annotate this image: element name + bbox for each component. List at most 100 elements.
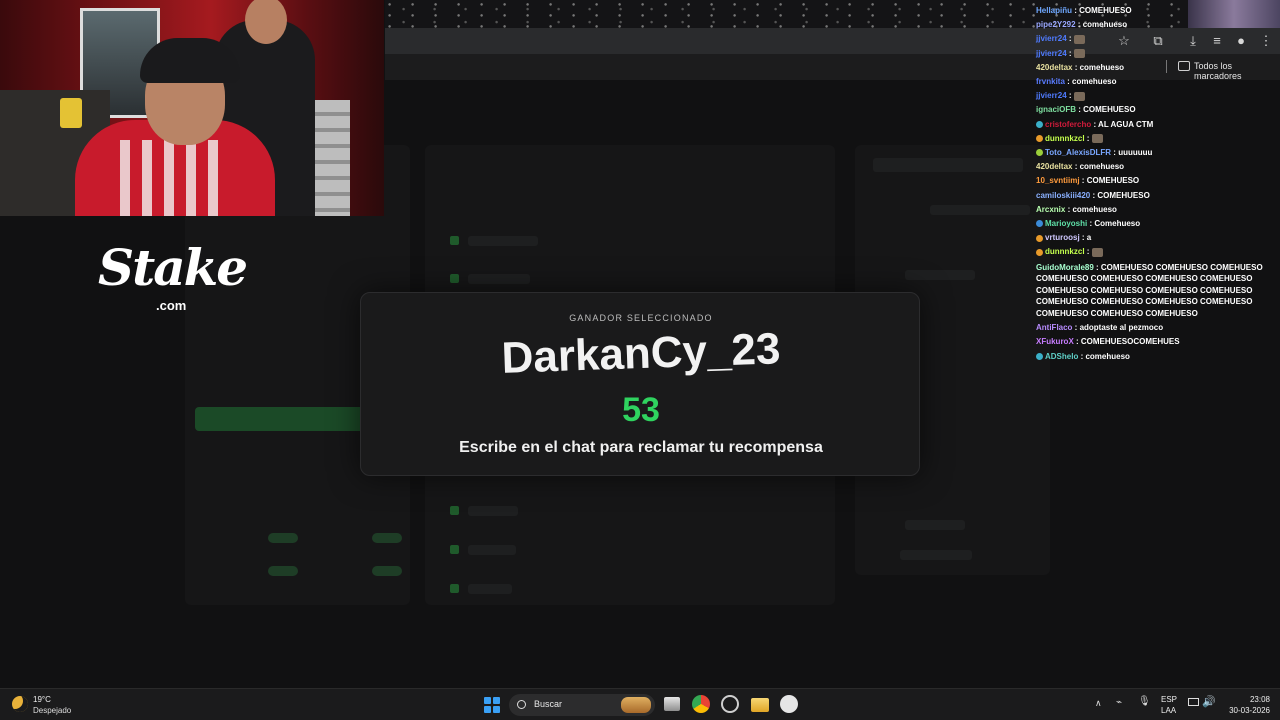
chat-username[interactable]: dunnnkzcl [1045,247,1085,256]
chat-username[interactable]: Arcxnix [1036,205,1065,214]
bg-check [450,506,459,515]
chat-username[interactable]: cristofercho [1045,120,1091,129]
search-highlight-image [621,697,651,713]
chat-separator: : [1084,247,1092,257]
clock-time[interactable]: 23:08 [1226,695,1270,704]
chat-separator: : [1072,162,1080,172]
chat-text: COMEHUESO [1097,190,1150,200]
volume-icon[interactable]: 🔊 [1202,695,1216,708]
chevron-up-icon[interactable]: ∧ [1095,698,1102,709]
chat-username[interactable]: ADShelo [1045,352,1078,361]
chat-message: frvnkita : comehueso [1036,75,1276,89]
chat-text: Comehueso [1094,219,1141,229]
chat-separator: : [1066,34,1074,44]
display-icon[interactable] [1188,698,1199,706]
chat-text: comehueso [1079,162,1125,172]
chat-message: jjvierr24 : [1036,32,1276,46]
weather-description[interactable]: Despejado [33,706,71,715]
bg-check [450,584,459,593]
microphone-icon[interactable]: 🎙 [1138,696,1151,707]
clock-date[interactable]: 30-03-2026 [1220,706,1270,715]
moon-weather-icon[interactable] [12,696,28,712]
chat-separator: : [1075,20,1083,30]
winner-number: 53 [622,391,660,429]
bg-row [468,274,530,284]
chat-username[interactable]: Toto_AlexisDLFR [1045,148,1111,157]
chat-username[interactable]: dunnnkzcl [1045,134,1085,143]
chat-username[interactable]: jjvierr24 [1036,91,1067,100]
chat-separator: : [1064,77,1073,87]
winner-name: DarkanCy_23 [500,324,782,383]
chat-username[interactable]: ignaciOFB [1036,105,1076,114]
chat-username[interactable]: 10_svntiimj [1036,176,1080,185]
search-label: Buscar [534,699,563,709]
chat-message: Toto_AlexisDLFR : uuuuuuu [1036,146,1276,160]
chat-message: camiloskiii420 : COMEHUESO [1036,189,1276,203]
chat-message: vrturoosj : a [1036,231,1276,245]
chat-message: 420deltax : comehueso [1036,160,1276,174]
chat-message: AntiFlaco : adoptaste al pezmoco [1036,321,1276,335]
winner-modal: GANADOR SELECCIONADO DarkanCy_23 53 Escr… [360,292,920,476]
chat-username[interactable]: Marioyoshi [1045,219,1087,228]
chat-badge-icon [1036,352,1043,360]
chat-username[interactable]: XFukuroX [1036,337,1074,346]
chat-text: comehueso [1072,204,1117,214]
chat-badge-icon [1036,149,1043,157]
media-player-icon[interactable] [780,695,798,713]
webcam-feed [0,0,384,216]
bg-row [468,545,516,555]
chat-separator: : [1066,48,1074,58]
task-view-icon[interactable] [664,697,680,711]
bg-toggle [372,533,402,543]
chat-badge-icon [1036,135,1043,143]
chat-separator: : [1079,233,1087,243]
chat-message: jjvierr24 : [1036,47,1276,61]
webcam-bottle [60,98,82,128]
chat-username[interactable]: Hellapiñu [1036,6,1072,15]
chat-username[interactable]: 420deltax [1036,63,1072,72]
taskbar-search[interactable]: Buscar [509,694,655,716]
chat-text: comehueso [1085,351,1130,361]
bg-check [450,274,459,283]
chat-message: 10_svntiimj : COMEHUESO [1036,174,1276,188]
chat-username[interactable]: AntiFlaco [1036,323,1072,332]
chat-message: dunnnkzcl : [1036,132,1276,146]
chat-message: ADShelo : comehueso [1036,350,1276,364]
webcam-jersey-stripes [120,140,230,216]
windows-taskbar: 19°C Despejado Buscar ∧ ⌁ 🎙 ESP LAA 🔊 23… [0,688,1280,720]
chrome-icon[interactable] [692,695,710,713]
bg-row [905,270,975,280]
chat-username[interactable]: jjvierr24 [1036,34,1067,43]
chat-username[interactable]: pipe2Y292 [1036,20,1076,29]
chat-badge-icon [1036,220,1043,228]
windows-start-icon[interactable] [484,697,500,713]
language-indicator[interactable]: ESP [1161,695,1177,704]
bg-toggle [268,533,298,543]
chat-message: XFukuroX : COMEHUESOCOMEHUES [1036,335,1276,349]
network-icon[interactable]: ⌁ [1116,697,1122,708]
chat-username[interactable]: GuidoMorale89 [1036,263,1094,272]
file-explorer-icon[interactable] [751,698,769,712]
chat-message: 420deltax : comehueso [1036,61,1276,75]
bg-row [468,236,538,246]
stake-logo: Stake .com [98,238,248,318]
weather-temperature[interactable]: 19°C [33,695,51,704]
bg-toggle [268,566,298,576]
chat-username[interactable]: frvnkita [1036,77,1065,86]
chat-username[interactable]: vrturoosj [1045,233,1080,242]
chat-message: Marioyoshi : Comehueso [1036,217,1276,231]
chat-badge-icon [1036,234,1043,242]
chat-username[interactable]: jjvierr24 [1036,49,1067,58]
chat-emote-icon [1091,247,1103,257]
obs-icon[interactable] [721,695,739,713]
keyboard-layout-indicator[interactable]: LAA [1161,706,1176,715]
chat-badge-icon [1036,248,1043,256]
chat-emote-icon [1073,91,1085,101]
search-icon [517,700,526,709]
chat-username[interactable]: 420deltax [1036,162,1072,171]
chat-username[interactable]: camiloskiii420 [1036,191,1090,200]
chat-emote-icon [1073,49,1085,58]
chat-message: cristofercho : AL AGUA CTM [1036,118,1276,132]
chat-badge-icon [1036,121,1043,129]
chat-overlay: Hellapiñu : COMEHUESO pipe2Y292 : comehue… [1036,4,1276,364]
